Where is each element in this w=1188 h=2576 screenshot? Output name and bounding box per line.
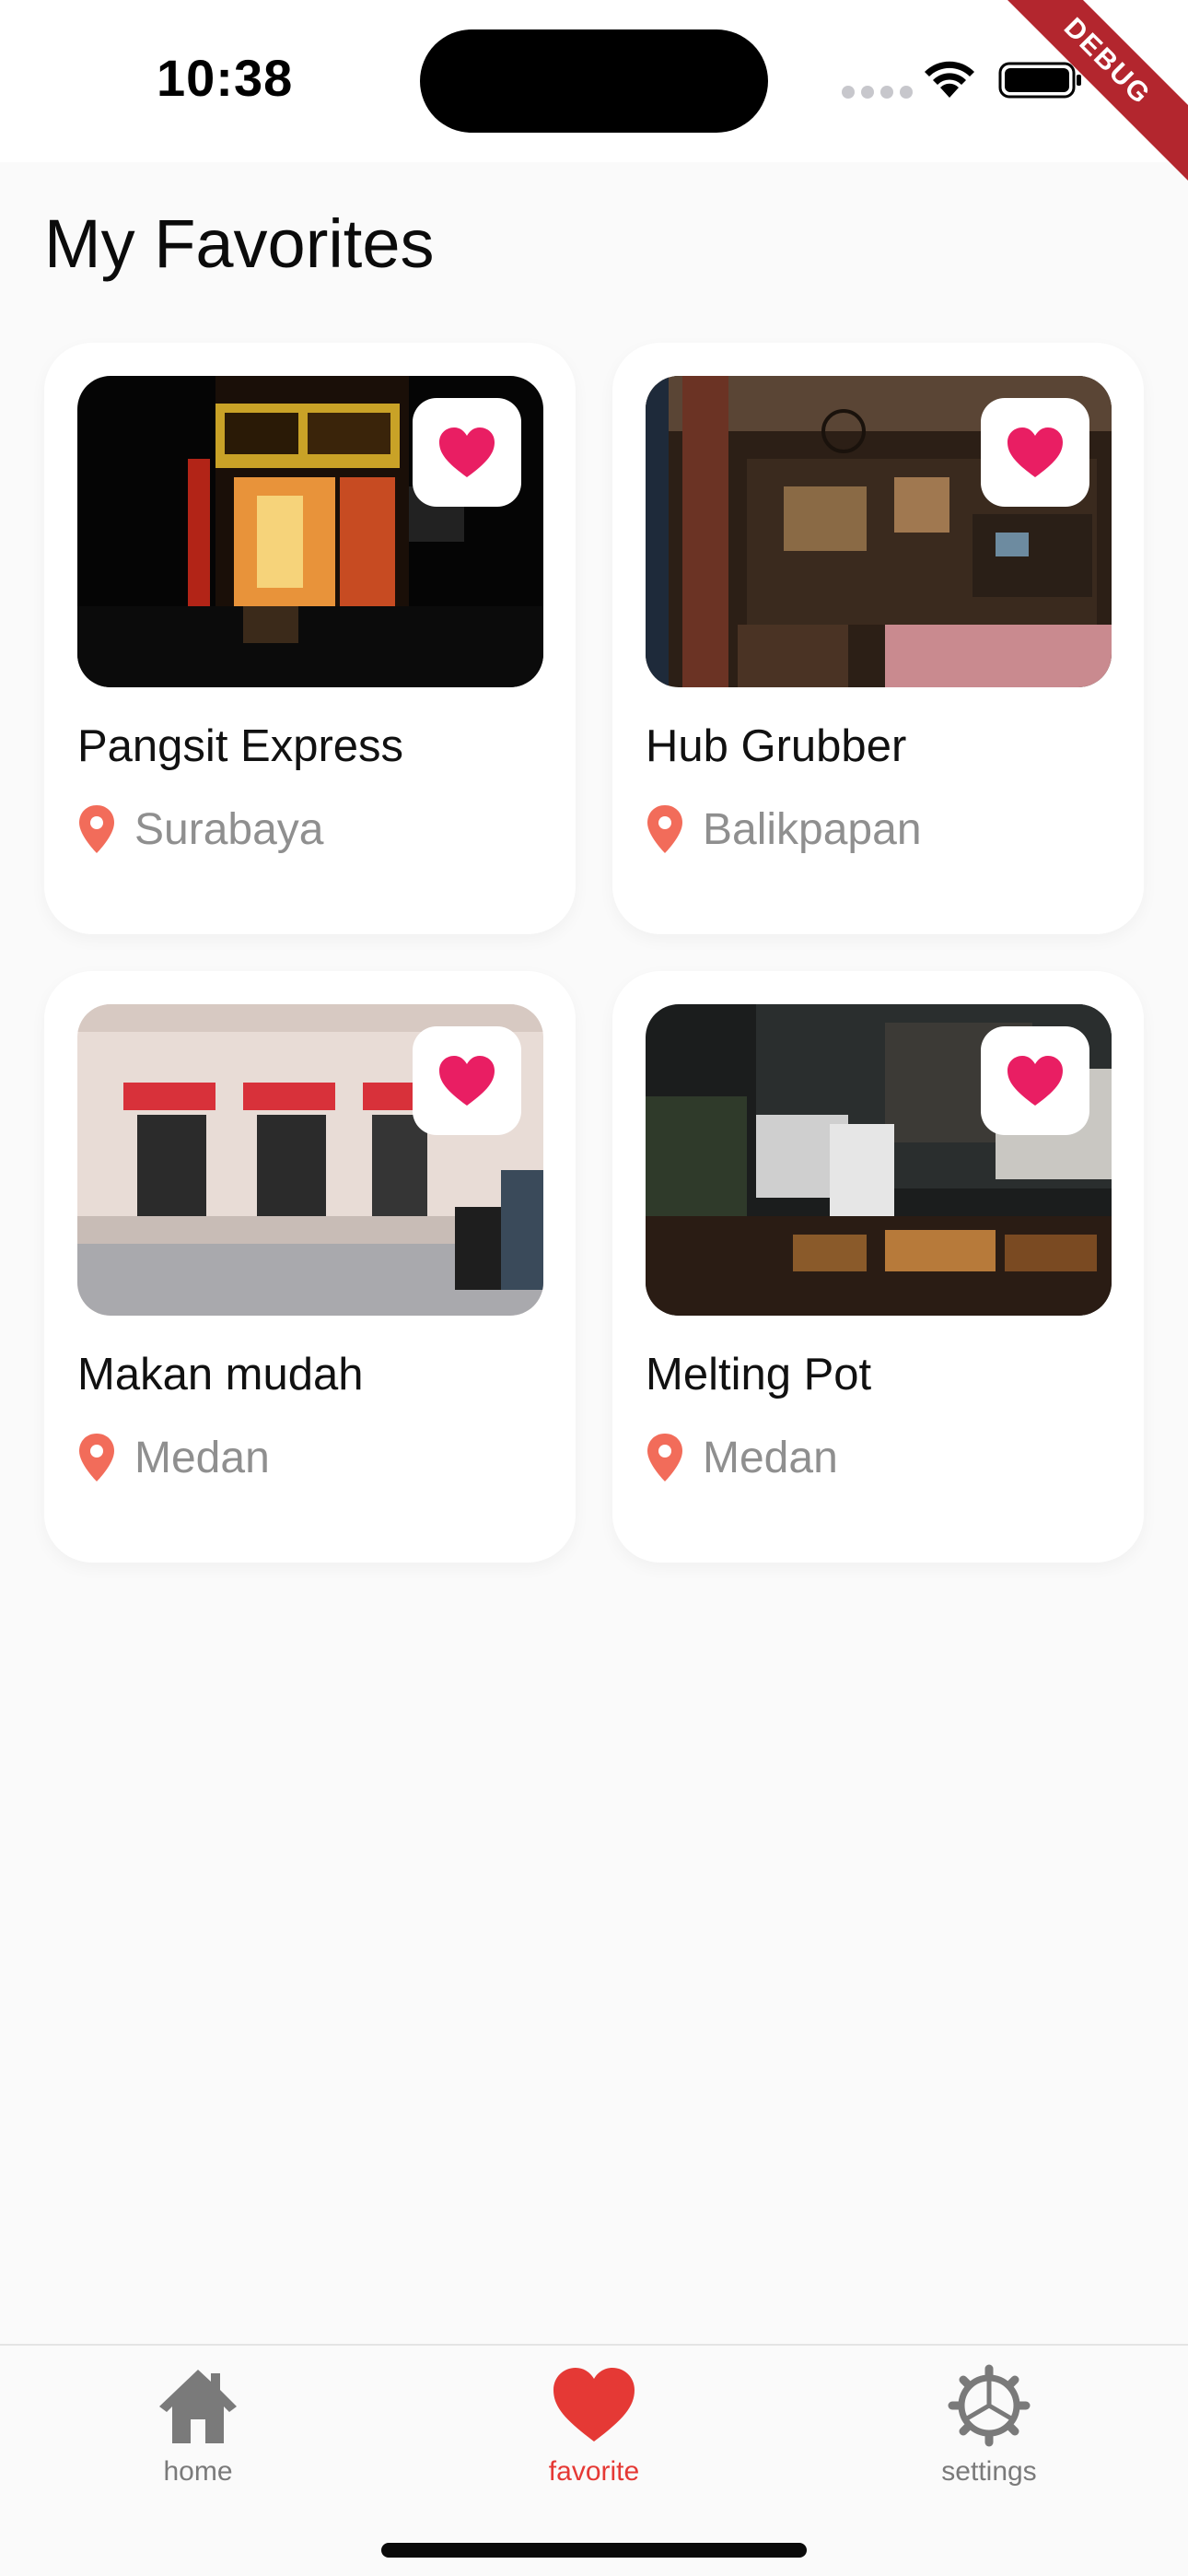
dynamic-island — [420, 29, 768, 133]
restaurant-name: Makan mudah — [77, 1350, 364, 1399]
restaurant-name: Pangsit Express — [77, 721, 404, 771]
favorite-button[interactable] — [413, 398, 521, 507]
restaurant-location: Surabaya — [77, 803, 323, 855]
heart-icon — [439, 427, 495, 477]
location-pin-icon — [79, 805, 114, 853]
battery-icon — [998, 62, 1081, 99]
location-pin-icon — [79, 1434, 114, 1481]
restaurant-location: Medan — [77, 1432, 270, 1483]
restaurant-photo — [77, 376, 543, 687]
location-text: Surabaya — [134, 804, 324, 854]
nav-label-home: home — [163, 2456, 233, 2487]
restaurant-name: Melting Pot — [646, 1350, 872, 1399]
restaurant-photo — [646, 1004, 1112, 1316]
heart-icon — [1007, 427, 1063, 477]
restaurant-photo — [77, 1004, 543, 1316]
favorite-button[interactable] — [981, 398, 1089, 507]
status-bar: 10:38 DEBUG — [0, 0, 1188, 198]
nav-item-home[interactable]: home — [87, 2364, 309, 2488]
location-pin-icon — [647, 1434, 682, 1481]
heart-icon — [553, 2368, 635, 2441]
favorite-button[interactable] — [981, 1026, 1089, 1135]
nav-item-settings[interactable]: settings — [879, 2364, 1100, 2488]
nav-label-settings: settings — [941, 2456, 1037, 2487]
favorites-grid: Pangsit Express Surabaya Hub Grubber Bal… — [44, 343, 1144, 1563]
restaurant-name: Hub Grubber — [646, 721, 907, 771]
app-screen: 10:38 DEBUG My Favorites Pangsit Express… — [0, 0, 1188, 2576]
gear-icon — [948, 2364, 1031, 2447]
page-title: My Favorites — [44, 205, 435, 282]
location-text: Medan — [703, 1433, 838, 1482]
cellular-signal-icon — [842, 86, 913, 99]
location-pin-icon — [647, 805, 682, 853]
nav-item-favorite[interactable]: favorite — [483, 2364, 705, 2488]
restaurant-card[interactable]: Melting Pot Medan — [612, 971, 1144, 1563]
heart-icon — [1007, 1056, 1063, 1106]
home-indicator — [381, 2543, 807, 2558]
location-text: Medan — [134, 1433, 270, 1482]
home-icon — [159, 2370, 237, 2443]
location-text: Balikpapan — [703, 804, 922, 854]
restaurant-photo — [646, 376, 1112, 687]
heart-icon — [439, 1056, 495, 1106]
wifi-icon — [925, 61, 974, 98]
restaurant-card[interactable]: Makan mudah Medan — [44, 971, 576, 1563]
favorite-button[interactable] — [413, 1026, 521, 1135]
restaurant-location: Balikpapan — [646, 803, 922, 855]
restaurant-card[interactable]: Hub Grubber Balikpapan — [612, 343, 1144, 934]
bottom-navigation-bar: home favorite settings — [0, 2344, 1188, 2576]
restaurant-card[interactable]: Pangsit Express Surabaya — [44, 343, 576, 934]
nav-label-favorite: favorite — [548, 2456, 640, 2487]
restaurant-location: Medan — [646, 1432, 838, 1483]
status-time: 10:38 — [157, 49, 294, 107]
